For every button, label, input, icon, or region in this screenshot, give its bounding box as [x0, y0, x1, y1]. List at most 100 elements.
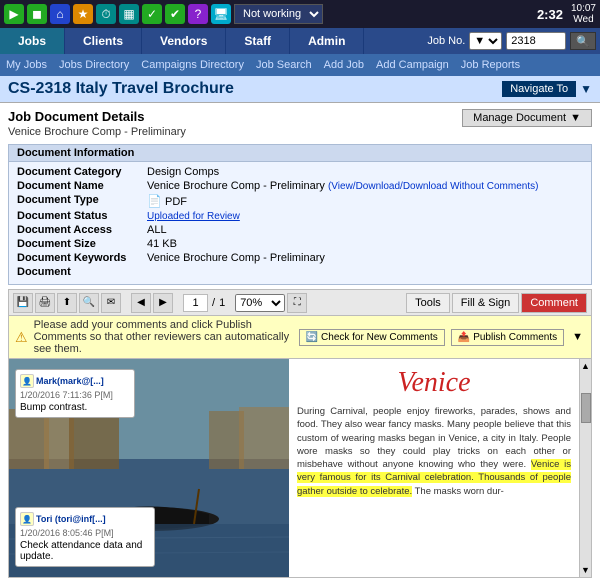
doc-label-status: Document Status [17, 210, 147, 222]
job-no-input[interactable] [506, 32, 566, 50]
pdf-comment-button[interactable]: Comment [521, 293, 587, 313]
comment-author-1: 👤 Mark(mark@[...] [20, 374, 130, 388]
pdf-right-panel: Venice During Carnival, people enjoy fir… [289, 359, 579, 577]
comment-bubble-2[interactable]: 👤 Tori (tori@inf[...] 1/20/2016 8:05:46 … [15, 507, 155, 567]
author-icon-2: 👤 [20, 512, 34, 526]
author-name-2: Tori (tori@inf[...] [36, 514, 106, 524]
doc-value-keywords: Venice Brochure Comp - Preliminary [147, 252, 325, 264]
pdf-toolbar: 💾 🖨 ⬆ 🔍 ✉ ◀ ▶ / 1 70%50%100%150% ⛶ Tools… [8, 289, 592, 315]
subnav-job-search[interactable]: Job Search [256, 59, 312, 71]
checkmark2-icon[interactable]: ✔ [165, 4, 185, 24]
subnav-jobs-directory[interactable]: Jobs Directory [59, 59, 129, 71]
venice-body-text: During Carnival, people enjoy fireworks,… [297, 405, 571, 498]
pdf-fit-icon[interactable]: ⛶ [287, 293, 307, 313]
clock-time: 2:32 [537, 7, 563, 22]
question-icon[interactable]: ? [188, 4, 208, 24]
pdf-content: 👤 Mark(mark@[...] 1/20/2016 7:11:36 P[M]… [8, 358, 592, 578]
doc-value-type: 📄 PDF [147, 194, 187, 208]
job-no-dropdown[interactable]: ▼ [469, 32, 502, 50]
time-display: 2:32 10:07 Wed [537, 3, 596, 25]
comment-bar-text: Please add your comments and click Publi… [34, 319, 293, 355]
doc-label-type: Document Type [17, 194, 147, 208]
job-no-area: Job No. ▼ 🔍 [427, 28, 600, 54]
tab-admin[interactable]: Admin [290, 28, 364, 54]
clock-icon[interactable]: ⏱ [96, 4, 116, 24]
pdf-tools-area: Tools Fill & Sign Comment [406, 293, 587, 313]
pdf-next-icon[interactable]: ▶ [153, 293, 173, 313]
subnav-add-campaign[interactable]: Add Campaign [376, 59, 449, 71]
comment-bubble-1[interactable]: 👤 Mark(mark@[...] 1/20/2016 7:11:36 P[M]… [15, 369, 135, 418]
scroll-down-icon[interactable]: ▼ [579, 563, 592, 577]
star-icon[interactable]: ★ [73, 4, 93, 24]
pdf-zoom-select[interactable]: 70%50%100%150% [235, 294, 285, 312]
manage-document-button[interactable]: Manage Document ▼ [462, 109, 592, 127]
subnav-my-jobs[interactable]: My Jobs [6, 59, 47, 71]
section-title: Job Document Details [8, 109, 186, 124]
pdf-page-input[interactable] [183, 294, 208, 312]
warning-icon: ⚠ [15, 329, 28, 346]
doc-row-category: Document Category Design Comps [17, 166, 583, 178]
page-title: CS-2318 Italy Travel Brochure [8, 80, 234, 98]
clock-date: 10:07 Wed [571, 3, 596, 25]
doc-row-status: Document Status Uploaded for Review [17, 210, 583, 222]
pdf-prev-icon[interactable]: ◀ [131, 293, 151, 313]
document-info-section: Document Information Document Category D… [8, 144, 592, 285]
pdf-save-icon[interactable]: 💾 [13, 293, 33, 313]
stop-icon[interactable]: ◼ [27, 4, 47, 24]
doc-value-name: Venice Brochure Comp - Preliminary (View… [147, 180, 538, 192]
job-search-button[interactable]: 🔍 [570, 32, 596, 50]
pdf-scrollbar[interactable]: ▲ ▼ [579, 359, 591, 577]
scroll-thumb[interactable] [581, 393, 591, 423]
monitor-icon[interactable]: 🖥 [211, 4, 231, 24]
doc-label-access: Document Access [17, 224, 147, 236]
navigate-to-label[interactable]: Navigate To [502, 81, 576, 97]
doc-row-document: Document [17, 266, 583, 278]
pdf-tools-button[interactable]: Tools [406, 293, 450, 313]
tab-staff[interactable]: Staff [226, 28, 290, 54]
top-toolbar: ▶ ◼ ⌂ ★ ⏱ ▦ ✓ ✔ ? 🖥 Not working 2:32 10:… [0, 0, 600, 28]
comment-author-2: 👤 Tori (tori@inf[...] [20, 512, 150, 526]
doc-label-name: Document Name [17, 180, 147, 192]
doc-value-access: ALL [147, 224, 167, 236]
tab-jobs[interactable]: Jobs [0, 28, 65, 54]
pdf-print-icon[interactable]: 🖨 [35, 293, 55, 313]
gondola-image: 👤 Mark(mark@[...] 1/20/2016 7:11:36 P[M]… [9, 359, 289, 577]
pdf-menu-icon[interactable]: ▼ [570, 329, 585, 345]
check-comments-button[interactable]: 🔄 Check for New Comments [299, 329, 445, 346]
pdf-email-icon[interactable]: ✉ [101, 293, 121, 313]
doc-label-document: Document [17, 266, 147, 278]
pdf-fill-sign-button[interactable]: Fill & Sign [452, 293, 520, 313]
doc-row-keywords: Document Keywords Venice Brochure Comp -… [17, 252, 583, 264]
home-icon[interactable]: ⌂ [50, 4, 70, 24]
pdf-left-panel: 👤 Mark(mark@[...] 1/20/2016 7:11:36 P[M]… [9, 359, 289, 577]
job-no-label: Job No. [427, 35, 465, 47]
content-area: Job Document Details Venice Brochure Com… [0, 103, 600, 584]
doc-label-keywords: Document Keywords [17, 252, 147, 264]
grid-icon[interactable]: ▦ [119, 4, 139, 24]
chevron-down-icon[interactable]: ▼ [580, 82, 592, 96]
subnav-campaigns-directory[interactable]: Campaigns Directory [141, 59, 244, 71]
doc-label-size: Document Size [17, 238, 147, 250]
pdf-upload-icon[interactable]: ⬆ [57, 293, 77, 313]
pdf-search-icon[interactable]: 🔍 [79, 293, 99, 313]
subnav-job-reports[interactable]: Job Reports [461, 59, 520, 71]
comment-text-1: Bump contrast. [20, 402, 130, 413]
nav-tabs: Jobs Clients Vendors Staff Admin Job No.… [0, 28, 600, 54]
document-download-link[interactable]: (View/Download/Download Without Comments… [328, 181, 538, 192]
status-select[interactable]: Not working [234, 4, 323, 24]
manage-document-label: Manage Document [473, 112, 566, 124]
venice-title: Venice [297, 367, 571, 399]
tab-clients[interactable]: Clients [65, 28, 142, 54]
scroll-up-icon[interactable]: ▲ [579, 359, 592, 373]
tab-vendors[interactable]: Vendors [142, 28, 226, 54]
refresh-icon: 🔄 [306, 332, 318, 343]
navigate-to-area: Navigate To ▼ [502, 81, 592, 97]
play-icon[interactable]: ▶ [4, 4, 24, 24]
subsection-title: Venice Brochure Comp - Preliminary [8, 126, 186, 138]
publish-comments-button[interactable]: 📤 Publish Comments [451, 329, 564, 346]
subnav-add-job[interactable]: Add Job [324, 59, 364, 71]
comment-text-2: Check attendance data and update. [20, 540, 150, 562]
document-status-link[interactable]: Uploaded for Review [147, 211, 240, 222]
checkmark-icon[interactable]: ✓ [142, 4, 162, 24]
comment-date-1: 1/20/2016 7:11:36 P[M] [20, 390, 130, 400]
